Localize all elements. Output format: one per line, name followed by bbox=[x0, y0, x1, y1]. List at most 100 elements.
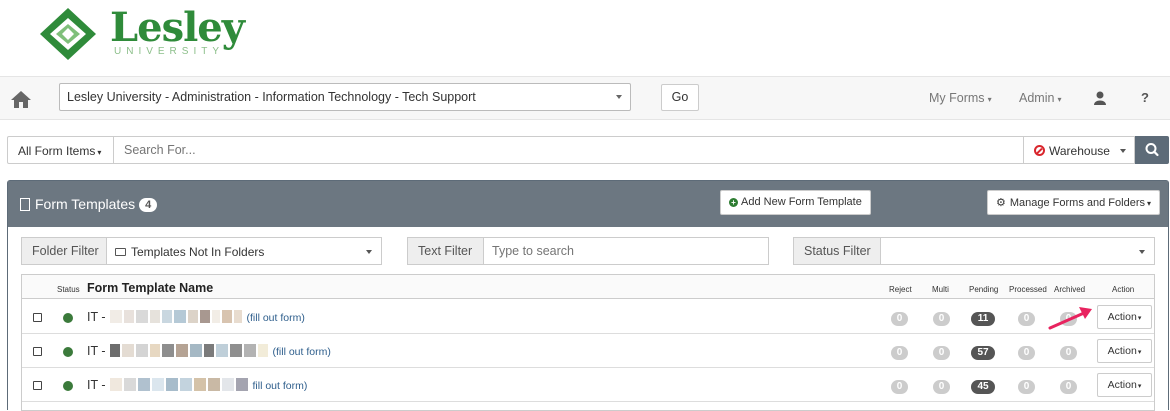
form-template-name: IT - (fill out form) bbox=[87, 344, 331, 358]
my-forms-label: My Forms bbox=[929, 91, 985, 105]
go-button[interactable]: Go bbox=[661, 84, 699, 111]
department-select[interactable]: Lesley University - Administration - Inf… bbox=[59, 83, 631, 111]
redacted-block bbox=[124, 310, 135, 323]
redacted-block bbox=[244, 344, 257, 357]
redacted-block bbox=[194, 378, 207, 391]
table-row[interactable]: IT - (fill out form) 0 0 57 0 0 Action▾ bbox=[22, 334, 1154, 368]
redacted-block bbox=[162, 310, 173, 323]
table-row[interactable]: IT - (fill out form) 0 0 11 0 0 Action▾ bbox=[22, 300, 1154, 334]
col-status: Status bbox=[57, 285, 80, 294]
reject-count: 0 bbox=[891, 346, 908, 360]
redacted-block bbox=[204, 344, 215, 357]
template-count-badge: 4 bbox=[139, 198, 158, 212]
redacted-block bbox=[174, 310, 187, 323]
folder-icon bbox=[115, 248, 126, 256]
action-button[interactable]: Action▾ bbox=[1097, 305, 1152, 329]
search-button[interactable] bbox=[1135, 136, 1169, 164]
form-name-prefix: IT - bbox=[87, 310, 106, 324]
document-icon bbox=[20, 198, 30, 211]
panel-title: Form Templates 4 bbox=[20, 196, 158, 212]
warehouse-dropdown[interactable]: Warehouse bbox=[1023, 136, 1135, 164]
pending-count: 11 bbox=[971, 312, 995, 326]
folder-filter-select[interactable]: Templates Not In Folders bbox=[106, 237, 382, 265]
pending-count: 57 bbox=[971, 346, 995, 360]
form-name-prefix: IT - bbox=[87, 344, 106, 358]
archived-count: 0 bbox=[1060, 346, 1077, 360]
chevron-down-icon bbox=[1119, 149, 1126, 153]
status-active-icon bbox=[63, 381, 73, 391]
top-navbar: Lesley University - Administration - Inf… bbox=[0, 76, 1170, 120]
row-checkbox[interactable] bbox=[33, 313, 42, 322]
my-forms-menu[interactable]: My Forms ▾ bbox=[929, 91, 992, 105]
folder-filter-group: Folder Filter Templates Not In Folders bbox=[21, 237, 383, 265]
user-icon[interactable] bbox=[1094, 91, 1106, 105]
redacted-block bbox=[216, 344, 229, 357]
action-label: Action bbox=[1107, 345, 1137, 357]
redacted-block bbox=[150, 310, 161, 323]
redacted-block bbox=[212, 310, 221, 323]
search-bar: All Form Items▾ Warehouse bbox=[7, 136, 1169, 164]
table-row[interactable]: IT - fill out form) 0 0 45 0 0 Action▾ bbox=[22, 368, 1154, 402]
redacted-block bbox=[190, 344, 203, 357]
col-processed: Processed bbox=[1009, 285, 1047, 294]
search-input[interactable] bbox=[113, 136, 1024, 164]
processed-count: 0 bbox=[1018, 312, 1035, 326]
pending-count: 45 bbox=[971, 380, 995, 394]
form-templates-table: Status Form Template Name Reject Multi P… bbox=[21, 274, 1155, 411]
redacted-block bbox=[136, 344, 149, 357]
action-label: Action bbox=[1107, 379, 1137, 391]
row-checkbox[interactable] bbox=[33, 347, 42, 356]
chevron-down-icon bbox=[366, 250, 372, 254]
multi-count: 0 bbox=[933, 312, 950, 326]
panel-header: Form Templates 4 + Add New Form Template ⚙… bbox=[8, 181, 1168, 227]
department-select-value: Lesley University - Administration - Inf… bbox=[67, 90, 476, 104]
header-logo-area: Lesley UNIVERSITY bbox=[0, 0, 1170, 76]
action-button[interactable]: Action▾ bbox=[1097, 373, 1152, 397]
brand-logo-text[interactable]: Lesley UNIVERSITY bbox=[110, 6, 245, 58]
redacted-block bbox=[166, 378, 179, 391]
fill-out-form-link[interactable]: fill out form) bbox=[253, 380, 308, 392]
multi-count: 0 bbox=[933, 380, 950, 394]
form-template-name: IT - (fill out form) bbox=[87, 310, 305, 324]
action-label: Action bbox=[1107, 311, 1137, 323]
multi-count: 0 bbox=[933, 346, 950, 360]
chevron-down-icon bbox=[1139, 250, 1145, 254]
col-archived: Archived bbox=[1054, 285, 1086, 294]
reject-count: 0 bbox=[891, 312, 908, 326]
caret-down-icon: ▾ bbox=[97, 148, 102, 157]
redacted-block bbox=[188, 310, 199, 323]
col-pending: Pending bbox=[969, 285, 999, 294]
admin-label: Admin bbox=[1019, 91, 1055, 105]
col-action: Action bbox=[1112, 285, 1135, 294]
processed-count: 0 bbox=[1018, 346, 1035, 360]
manage-forms-folders-button[interactable]: ⚙ Manage Forms and Folders ▾ bbox=[987, 190, 1161, 215]
form-items-filter-dropdown[interactable]: All Form Items ▾ bbox=[7, 136, 114, 164]
plus-circle-icon: + bbox=[729, 198, 738, 207]
help-icon[interactable]: ? bbox=[1141, 90, 1149, 105]
annotation-arrow-icon bbox=[1048, 307, 1092, 330]
caret-down-icon: ▾ bbox=[1137, 315, 1142, 322]
warehouse-label: Warehouse bbox=[1049, 144, 1110, 158]
action-button[interactable]: Action▾ bbox=[1097, 339, 1152, 363]
admin-menu[interactable]: Admin ▾ bbox=[1019, 91, 1061, 105]
form-items-filter-label: All Form Items bbox=[18, 144, 96, 158]
redacted-block bbox=[236, 378, 249, 391]
text-filter-group: Text Filter bbox=[407, 237, 770, 265]
redacted-block bbox=[110, 310, 123, 323]
table-header: Status Form Template Name Reject Multi P… bbox=[22, 275, 1154, 299]
text-filter-input[interactable] bbox=[483, 237, 769, 265]
chevron-down-icon bbox=[616, 95, 622, 99]
fill-out-form-link[interactable]: (fill out form) bbox=[273, 346, 331, 358]
row-checkbox[interactable] bbox=[33, 381, 42, 390]
status-active-icon bbox=[63, 347, 73, 357]
status-filter-group: Status Filter bbox=[793, 237, 1155, 265]
add-new-form-template-button[interactable]: + Add New Form Template bbox=[720, 190, 871, 215]
home-icon[interactable] bbox=[10, 89, 32, 109]
redacted-block bbox=[136, 310, 149, 323]
gear-icon: ⚙ bbox=[996, 197, 1006, 209]
folder-filter-value: Templates Not In Folders bbox=[131, 245, 265, 259]
status-filter-select[interactable] bbox=[880, 237, 1155, 265]
fill-out-form-link[interactable]: (fill out form) bbox=[247, 312, 305, 324]
redacted-block bbox=[122, 344, 135, 357]
redacted-block bbox=[162, 344, 175, 357]
